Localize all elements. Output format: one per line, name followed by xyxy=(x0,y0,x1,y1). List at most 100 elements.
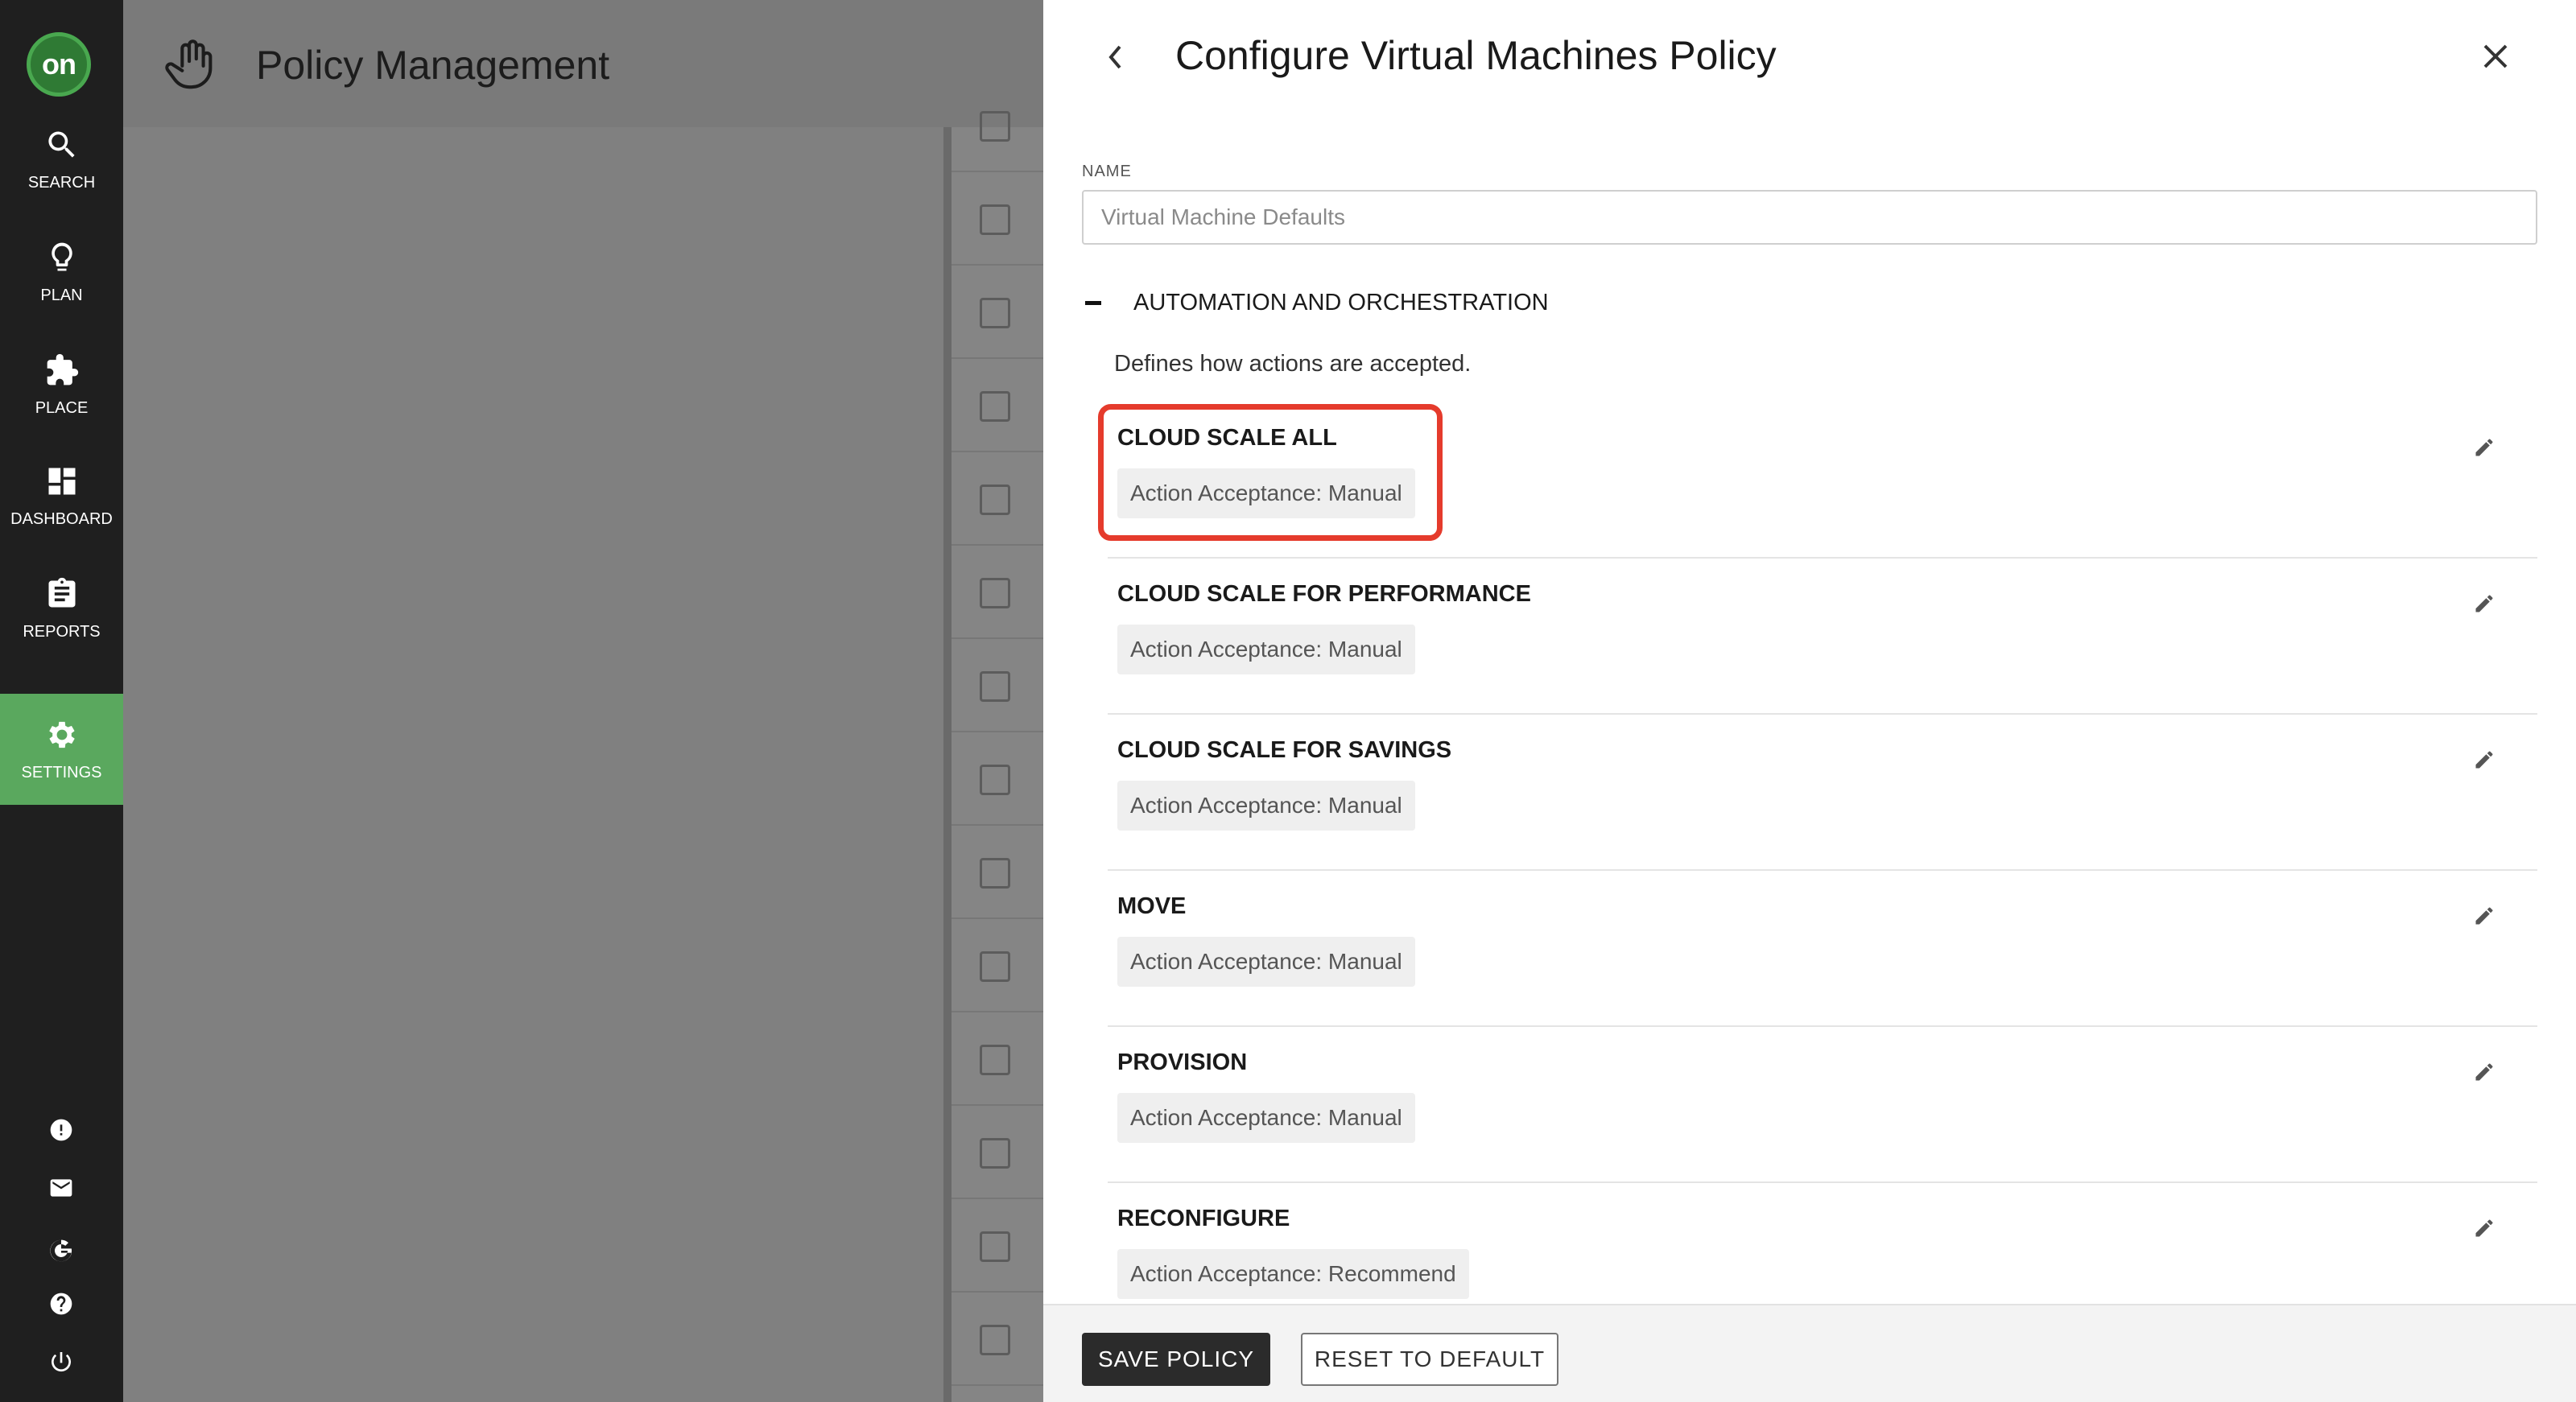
clipboard-icon xyxy=(48,577,75,608)
google-icon xyxy=(50,1239,72,1262)
setting-cloud-scale-for-savings: CLOUD SCALE FOR SAVINGS Action Acceptanc… xyxy=(1108,715,2537,871)
help-button[interactable] xyxy=(42,1284,80,1323)
name-label: NAME xyxy=(1082,163,1132,180)
setting-title: RECONFIGURE xyxy=(1117,1206,1290,1231)
nav-item-place[interactable]: PLACE xyxy=(0,330,123,440)
edit-button[interactable] xyxy=(2468,1056,2500,1088)
chevron-left-icon xyxy=(1108,45,1121,69)
search-icon xyxy=(47,131,75,158)
pencil-icon xyxy=(2475,1219,2493,1237)
nav-item-settings[interactable]: SETTINGS xyxy=(0,694,123,805)
action-acceptance-chip: Action Acceptance: Manual xyxy=(1117,781,1415,831)
hand-icon xyxy=(165,39,213,89)
pencil-icon xyxy=(2475,595,2493,612)
row-checkbox[interactable] xyxy=(980,1138,1010,1169)
row-checkbox[interactable] xyxy=(980,111,1010,142)
section-title: AUTOMATION AND ORCHESTRATION xyxy=(1133,289,1549,315)
save-policy-button[interactable]: SAVE POLICY xyxy=(1082,1333,1270,1386)
row-checkbox[interactable] xyxy=(980,485,1010,515)
help-icon xyxy=(50,1293,72,1315)
power-icon xyxy=(52,1352,71,1372)
setting-title: PROVISION xyxy=(1117,1049,1248,1075)
nav-label: SETTINGS xyxy=(21,763,102,781)
name-input[interactable] xyxy=(1082,190,2537,245)
nav-label: SEARCH xyxy=(27,174,96,192)
close-button[interactable] xyxy=(2476,37,2515,76)
page-title: Policy Management xyxy=(256,43,610,88)
list-item[interactable] xyxy=(952,919,1051,1012)
setting-move: MOVE Action Acceptance: Manual xyxy=(1108,871,2537,1027)
lightbulb-icon xyxy=(51,242,72,271)
alert-icon xyxy=(50,1119,72,1141)
panel-footer: SAVE POLICY RESET TO DEFAULT xyxy=(1043,1304,2576,1402)
close-icon xyxy=(2483,44,2508,68)
puzzle-icon xyxy=(47,353,78,386)
pencil-icon xyxy=(2475,751,2493,769)
google-button[interactable] xyxy=(42,1231,80,1270)
edit-button[interactable] xyxy=(2468,431,2500,464)
logout-button[interactable] xyxy=(42,1342,80,1381)
edit-button[interactable] xyxy=(2468,1212,2500,1244)
logo[interactable]: on xyxy=(27,32,91,97)
list-item[interactable] xyxy=(952,639,1051,732)
dashboard-icon xyxy=(48,468,75,495)
panel-title: Configure Virtual Machines Policy xyxy=(1175,33,1777,78)
list-item[interactable] xyxy=(952,172,1051,266)
row-checkbox[interactable] xyxy=(980,858,1010,889)
nav-label: PLACE xyxy=(35,399,89,417)
edit-button[interactable] xyxy=(2468,588,2500,620)
list-item[interactable] xyxy=(952,1199,1051,1293)
row-checkbox[interactable] xyxy=(980,578,1010,608)
pencil-icon xyxy=(2475,439,2493,456)
nav-item-search[interactable]: SEARCH xyxy=(0,105,123,215)
nav-item-plan[interactable]: PLAN xyxy=(0,217,123,328)
configure-policy-panel: Configure Virtual Machines Policy NAME A… xyxy=(1043,0,2576,1402)
section-toggle[interactable]: AUTOMATION AND ORCHESTRATION xyxy=(1085,283,1549,322)
gear-icon xyxy=(48,721,75,748)
reset-to-default-button[interactable]: RESET TO DEFAULT xyxy=(1301,1333,1558,1386)
list-item[interactable] xyxy=(952,826,1051,919)
row-checkbox[interactable] xyxy=(980,1231,1010,1262)
list-item[interactable] xyxy=(952,359,1051,452)
alert-button[interactable] xyxy=(42,1111,80,1149)
list-item[interactable] xyxy=(952,546,1051,639)
nav-label: PLAN xyxy=(40,287,83,304)
edit-button[interactable] xyxy=(2468,900,2500,932)
list-item[interactable] xyxy=(952,452,1051,546)
list-item[interactable] xyxy=(952,1012,1051,1106)
setting-title: MOVE xyxy=(1117,893,1187,919)
row-checkbox[interactable] xyxy=(980,765,1010,795)
pencil-icon xyxy=(2475,1063,2493,1081)
setting-cloud-scale-for-performance: CLOUD SCALE FOR PERFORMANCE Action Accep… xyxy=(1108,559,2537,715)
action-acceptance-chip: Action Acceptance: Manual xyxy=(1117,468,1415,518)
nav-item-dashboard[interactable]: DASHBOARD xyxy=(0,441,123,551)
setting-title: CLOUD SCALE FOR PERFORMANCE xyxy=(1117,581,1531,607)
page-header: Policy Management xyxy=(123,0,1043,127)
action-acceptance-chip: Action Acceptance: Manual xyxy=(1117,1093,1415,1143)
row-checkbox[interactable] xyxy=(980,951,1010,982)
mail-button[interactable] xyxy=(42,1169,80,1207)
row-checkbox[interactable] xyxy=(980,298,1010,328)
policy-list xyxy=(943,111,1051,1402)
back-button[interactable] xyxy=(1100,39,1132,76)
list-item[interactable] xyxy=(952,1293,1051,1386)
list-item[interactable] xyxy=(952,1106,1051,1199)
pencil-icon xyxy=(2475,907,2493,925)
setting-title: CLOUD SCALE FOR SAVINGS xyxy=(1117,737,1452,763)
nav-label: DASHBOARD xyxy=(10,510,113,528)
row-checkbox[interactable] xyxy=(980,671,1010,702)
setting-provision: PROVISION Action Acceptance: Manual xyxy=(1108,1027,2537,1183)
left-nav: on SEARCH PLAN PLACE DASHBOARD REPORTS S… xyxy=(0,0,123,1402)
edit-button[interactable] xyxy=(2468,744,2500,776)
row-checkbox[interactable] xyxy=(980,204,1010,235)
list-item[interactable] xyxy=(952,266,1051,359)
row-checkbox[interactable] xyxy=(980,1325,1010,1355)
nav-item-reports[interactable]: REPORTS xyxy=(0,554,123,664)
action-acceptance-chip: Action Acceptance: Manual xyxy=(1117,937,1415,987)
row-checkbox[interactable] xyxy=(980,391,1010,422)
list-item[interactable] xyxy=(952,732,1051,826)
minus-icon xyxy=(1085,300,1101,305)
section-description: Defines how actions are accepted. xyxy=(1114,351,1472,377)
list-item[interactable] xyxy=(952,79,1051,172)
row-checkbox[interactable] xyxy=(980,1045,1010,1075)
